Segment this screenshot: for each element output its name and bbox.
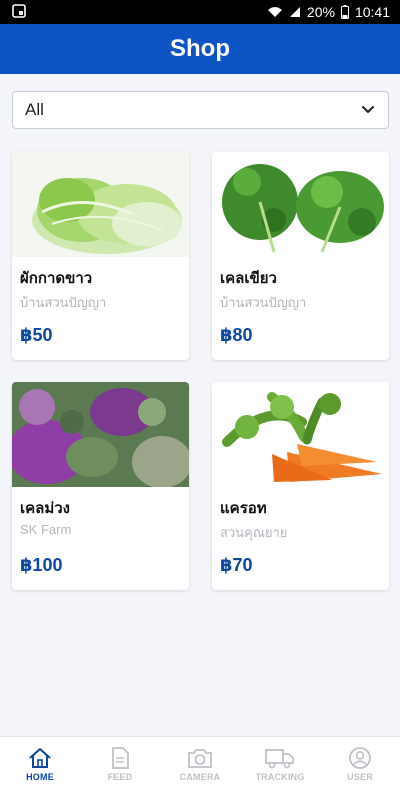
nav-item-home[interactable]: HOME bbox=[0, 737, 80, 800]
page-title: Shop bbox=[170, 35, 230, 62]
nav-item-tracking[interactable]: TRACKING bbox=[240, 737, 320, 800]
product-seller: SK Farm bbox=[20, 522, 72, 537]
product-seller: บ้านสวนปัญญา bbox=[20, 295, 107, 310]
product-image-lettuce bbox=[12, 152, 189, 257]
nav-label: CAMERA bbox=[179, 772, 221, 782]
user-icon bbox=[349, 747, 371, 769]
nav-label: USER bbox=[347, 772, 373, 782]
signal-icon bbox=[289, 7, 300, 17]
product-price: ฿100 bbox=[20, 555, 63, 575]
screenshot-notification-icon bbox=[12, 4, 26, 18]
product-name: เคลเขียว bbox=[220, 270, 277, 287]
nav-label: TRACKING bbox=[255, 772, 305, 782]
chevron-down-icon bbox=[362, 106, 374, 113]
nav-label: FEED bbox=[107, 772, 133, 782]
product-image-carrot bbox=[212, 382, 389, 487]
category-filter-dropdown[interactable]: All bbox=[12, 91, 389, 129]
wifi-icon bbox=[267, 7, 282, 17]
category-filter-value: All bbox=[25, 100, 44, 119]
product-image-green-kale bbox=[212, 152, 389, 257]
home-icon bbox=[29, 748, 51, 768]
app-header: Shop bbox=[0, 24, 400, 74]
product-image-purple-kale bbox=[12, 382, 189, 487]
bottom-nav: HOME FEED CAMERA TRACKING USER bbox=[0, 736, 400, 800]
nav-label: HOME bbox=[26, 772, 54, 782]
product-name: ผักกาดขาว bbox=[20, 270, 93, 287]
product-card[interactable]: แครอท สวนคุณยาย ฿70 bbox=[212, 382, 389, 590]
product-card[interactable]: ผักกาดขาว บ้านสวนปัญญา ฿50 bbox=[12, 152, 189, 360]
product-price: ฿50 bbox=[20, 325, 53, 345]
product-card[interactable]: เคลม่วง SK Farm ฿100 bbox=[12, 382, 189, 590]
product-seller: บ้านสวนปัญญา bbox=[220, 295, 307, 310]
product-name: แครอท bbox=[220, 500, 267, 517]
truck-icon bbox=[265, 749, 294, 769]
battery-percent: 20% bbox=[306, 4, 335, 20]
product-seller: สวนคุณยาย bbox=[220, 525, 288, 540]
product-card[interactable]: เคลเขียว บ้านสวนปัญญา ฿80 bbox=[212, 152, 389, 360]
product-name: เคลม่วง bbox=[20, 500, 70, 517]
nav-item-user[interactable]: USER bbox=[320, 737, 400, 800]
clock: 10:41 bbox=[354, 4, 390, 20]
status-bar: 20% 10:41 bbox=[0, 0, 400, 24]
camera-icon bbox=[188, 749, 212, 768]
nav-item-camera[interactable]: CAMERA bbox=[160, 737, 240, 800]
product-price: ฿80 bbox=[220, 325, 253, 345]
document-icon bbox=[112, 747, 129, 769]
product-price: ฿70 bbox=[220, 555, 253, 575]
battery-icon bbox=[340, 5, 349, 19]
nav-item-feed[interactable]: FEED bbox=[80, 737, 160, 800]
